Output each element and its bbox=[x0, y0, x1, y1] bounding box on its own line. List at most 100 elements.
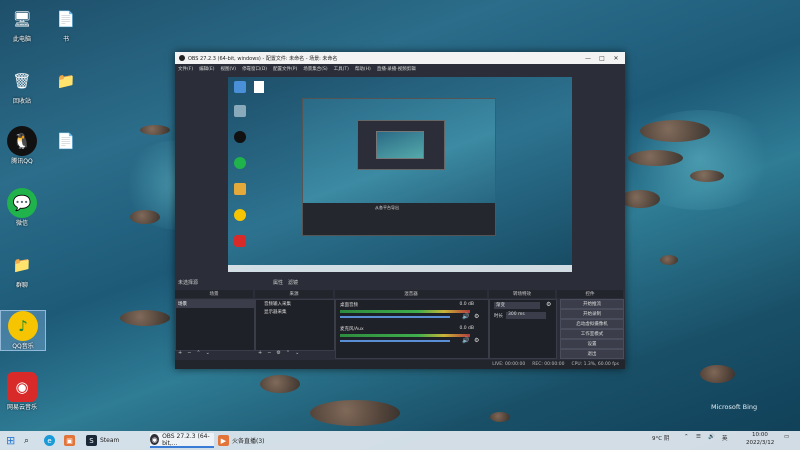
tray-chevron-icon[interactable]: ⌃ bbox=[684, 434, 689, 440]
volume-icon[interactable]: 🔊 bbox=[708, 434, 715, 440]
steam-icon: S bbox=[86, 435, 97, 446]
studio-mode-button[interactable]: 工作室模式 bbox=[560, 329, 624, 339]
edge-taskbar-button[interactable]: e bbox=[44, 433, 58, 448]
transitions-dock: 渐变 ⚙ 时长 300 ms bbox=[489, 299, 557, 359]
volume-meter bbox=[340, 334, 470, 337]
remove-scene-icon[interactable]: − bbox=[187, 350, 191, 356]
virtual-camera-button[interactable]: 启动虚拟摄像机 bbox=[560, 319, 624, 329]
close-icon[interactable]: ✕ bbox=[609, 52, 623, 64]
network-icon[interactable]: ☰ bbox=[696, 434, 701, 440]
obs-logo-icon bbox=[179, 55, 185, 61]
desktop-icon-recycle-bin[interactable]: 🗑 回收站 bbox=[0, 66, 44, 105]
desktop-icon-qq-music[interactable]: ♪ QQ音乐 bbox=[0, 310, 46, 351]
preview-pc-icon bbox=[234, 81, 246, 93]
obs-window[interactable]: OBS 27.2.3 (64-bit, windows) - 配置文件: 未命名… bbox=[175, 52, 625, 369]
speaker-icon[interactable]: 🔊 bbox=[462, 337, 469, 344]
gear-icon[interactable]: ⚙ bbox=[546, 301, 551, 308]
desktop-icon-folder[interactable]: 📁 bbox=[44, 66, 88, 98]
live-app-icon: ▶ bbox=[218, 435, 229, 446]
scene-item[interactable]: 场景 bbox=[176, 300, 254, 308]
move-down-icon[interactable]: ⌄ bbox=[206, 350, 210, 356]
preview-doc-icon bbox=[254, 81, 264, 93]
wechat-icon: 💬 bbox=[7, 188, 37, 218]
minimize-icon[interactable]: — bbox=[581, 52, 595, 64]
menu-edit[interactable]: 编辑(E) bbox=[199, 66, 214, 72]
search-button[interactable]: ⌕ bbox=[24, 433, 29, 448]
taskbar: ⊞ ⌕ e ▣ S Steam ◉ OBS 27.2.3 (64-bit,...… bbox=[0, 431, 800, 450]
desktop-icon-wechat[interactable]: 💬 微信 bbox=[0, 188, 44, 227]
sources-header: 来源 bbox=[255, 290, 333, 298]
desktop-icon-document[interactable]: 📄 bbox=[44, 126, 88, 158]
volume-meter bbox=[340, 310, 470, 313]
start-button[interactable]: ⊞ bbox=[6, 433, 15, 448]
ime-icon[interactable]: 英 bbox=[722, 434, 728, 442]
no-source-label: 未选择源 bbox=[178, 279, 199, 286]
weather-widget[interactable]: 9°C 阴 bbox=[652, 434, 669, 442]
gear-icon[interactable]: ⚙ bbox=[474, 313, 479, 320]
preview-qq-icon bbox=[234, 131, 246, 143]
scenes-footer: + − ⌃ ⌄ bbox=[175, 349, 256, 357]
transition-select[interactable]: 渐变 bbox=[494, 302, 540, 309]
source-toolbar: 未选择源 属性 滤镜 bbox=[175, 278, 628, 286]
menu-help[interactable]: 帮助(H) bbox=[355, 66, 371, 72]
nested-preview-1: 从各平台导出 bbox=[302, 98, 496, 236]
notification-icon[interactable]: ▭ bbox=[784, 434, 789, 440]
preview-wechat-icon bbox=[234, 157, 246, 169]
source-item[interactable]: 音频输入采集 bbox=[256, 300, 334, 308]
live-timer: LIVE: 00:00:00 bbox=[492, 362, 526, 367]
pdf-document-icon: 📄 bbox=[56, 10, 76, 28]
sources-footer: + − ⚙ ⌃ ⌄ bbox=[255, 349, 336, 357]
taskbar-item-obs[interactable]: ◉ OBS 27.2.3 (64-bit,... bbox=[150, 433, 214, 448]
nested-preview-2 bbox=[376, 131, 424, 159]
menu-extra[interactable]: 直播·录播·视频剪辑 bbox=[377, 66, 416, 72]
menu-docks[interactable]: 停靠窗口(D) bbox=[242, 66, 267, 72]
volume-slider[interactable] bbox=[340, 340, 450, 342]
document-icon: 📄 bbox=[56, 132, 76, 150]
source-item[interactable]: 显示器采集 bbox=[256, 308, 334, 316]
maximize-icon[interactable]: □ bbox=[595, 52, 609, 64]
folder-icon: 📁 bbox=[12, 256, 32, 274]
taskbar-item-steam[interactable]: S Steam bbox=[86, 433, 119, 448]
clock-time[interactable]: 10:00 bbox=[752, 432, 768, 438]
speaker-icon[interactable]: 🔊 bbox=[462, 313, 469, 320]
move-up-icon[interactable]: ⌃ bbox=[196, 350, 200, 356]
menu-file[interactable]: 文件(F) bbox=[178, 66, 193, 72]
preview-taskbar bbox=[228, 265, 572, 272]
volume-slider[interactable] bbox=[340, 316, 450, 318]
qq-music-icon: ♪ bbox=[8, 311, 38, 341]
start-streaming-button[interactable]: 开始推流 bbox=[560, 299, 624, 309]
store-taskbar-button[interactable]: ▣ bbox=[64, 433, 78, 448]
exit-button[interactable]: 退出 bbox=[560, 349, 624, 359]
preview-canvas[interactable]: 从各平台导出 bbox=[228, 77, 572, 272]
move-down-icon[interactable]: ⌄ bbox=[295, 350, 299, 356]
obs-icon: ◉ bbox=[150, 434, 160, 445]
menu-view[interactable]: 视图(V) bbox=[220, 66, 236, 72]
clock-date[interactable]: 2022/3/12 bbox=[746, 440, 774, 446]
taskbar-item-live[interactable]: ▶ 火各直播(3) bbox=[218, 433, 266, 448]
start-recording-button[interactable]: 开始录制 bbox=[560, 309, 624, 319]
filters-button[interactable]: 滤镜 bbox=[288, 279, 298, 286]
obs-title-bar[interactable]: OBS 27.2.3 (64-bit, windows) - 配置文件: 未命名… bbox=[175, 52, 625, 64]
desktop-icon-book[interactable]: 📄 书 bbox=[44, 4, 88, 43]
menu-scene-collection[interactable]: 场景集合(S) bbox=[303, 66, 327, 72]
desktop-icon-qq[interactable]: 🐧 腾讯QQ bbox=[0, 126, 44, 165]
menu-profile[interactable]: 配置文件(P) bbox=[273, 66, 297, 72]
add-source-icon[interactable]: + bbox=[258, 350, 262, 356]
preview-music-icon bbox=[234, 209, 246, 221]
desktop-icon-netease-music[interactable]: ◉ 网易云音乐 bbox=[0, 372, 44, 411]
store-icon: ▣ bbox=[64, 435, 75, 446]
menu-tools[interactable]: 工具(T) bbox=[334, 66, 349, 72]
desktop-icon-group[interactable]: 📁 群聊 bbox=[0, 250, 44, 289]
rec-timer: REC: 00:00:00 bbox=[532, 362, 565, 367]
properties-button[interactable]: 属性 bbox=[273, 279, 283, 286]
mixer-track-mic: 麦克风/Aux bbox=[340, 327, 364, 332]
mixer-header: 混音器 bbox=[335, 290, 487, 298]
move-up-icon[interactable]: ⌃ bbox=[286, 350, 290, 356]
duration-input[interactable]: 300 ms bbox=[506, 312, 546, 319]
settings-button[interactable]: 设置 bbox=[560, 339, 624, 349]
add-scene-icon[interactable]: + bbox=[178, 350, 182, 356]
desktop-icon-this-pc[interactable]: 🖥 此电脑 bbox=[0, 4, 44, 43]
gear-icon[interactable]: ⚙ bbox=[276, 350, 280, 356]
gear-icon[interactable]: ⚙ bbox=[474, 337, 479, 344]
remove-source-icon[interactable]: − bbox=[267, 350, 271, 356]
